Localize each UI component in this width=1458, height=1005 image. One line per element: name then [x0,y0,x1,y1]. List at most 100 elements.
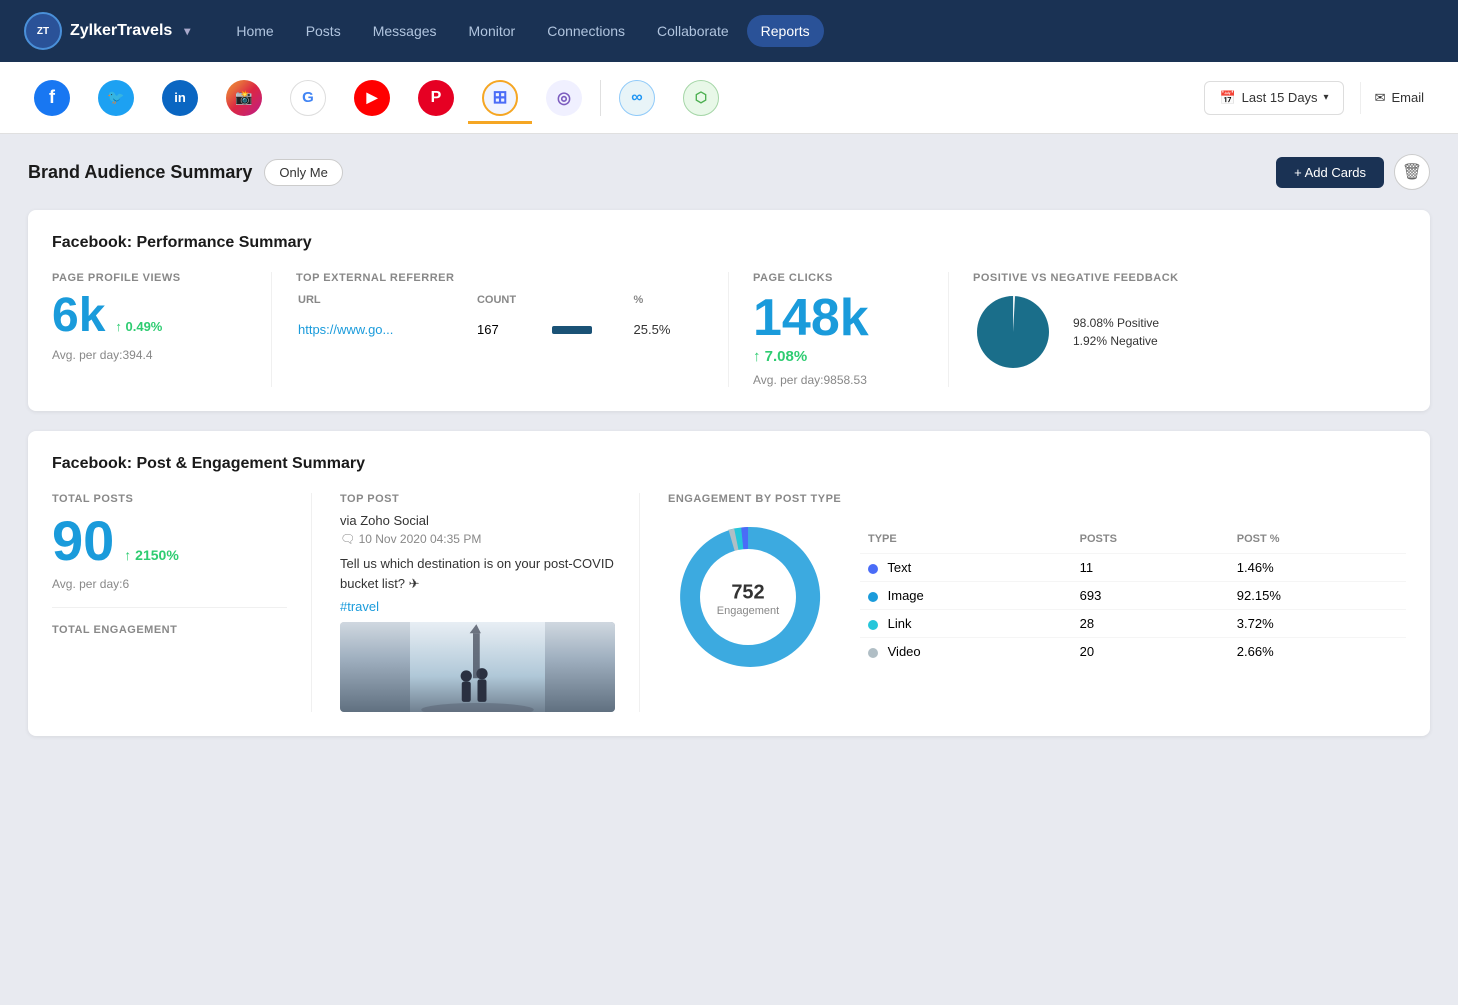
pct-video: 2.66% [1229,638,1406,666]
nav-reports[interactable]: Reports [747,15,824,47]
video-type-dot [868,648,878,658]
positive-label: 98.08% Positive [1073,316,1159,330]
total-posts-value: 90 [52,513,114,569]
profile-views-value: 6k [52,292,105,340]
engagement-type-table: TYPE POSTS POST % Text 11 [860,529,1406,665]
youtube-tab[interactable]: ▶ [340,72,404,124]
top-post-source: via Zoho Social [340,513,615,528]
delete-button[interactable]: 🗑 [1394,154,1430,190]
engagement-card-title: Facebook: Post & Engagement Summary [52,455,1406,473]
page-clicks-change: ↑ 7.08% [753,348,807,365]
instagram-tab[interactable]: 📸 [212,72,276,124]
feedback-legend: 98.08% Positive 1.92% Negative [1073,316,1159,348]
pinterest-tab[interactable]: P [404,72,468,124]
profile-views-change: ↑ 0.49% [115,319,162,334]
facebook-icon: f [34,80,70,116]
eng-col-pct: POST % [1229,529,1406,554]
pinterest-icon: P [418,80,454,116]
total-posts-change: ↑ 2150% [124,547,178,563]
engagement-summary-card: Facebook: Post & Engagement Summary TOTA… [28,431,1430,736]
top-post-section: TOP POST via Zoho Social 🗨 10 Nov 2020 0… [340,493,640,712]
referrer-table: URL COUNT % https://www.go... 167 [296,292,704,345]
feedback-chart: 98.08% Positive 1.92% Negative [973,292,1382,372]
integration2-icon: ⬡ [683,80,719,116]
nav-posts[interactable]: Posts [292,15,355,47]
zoho-social-icon: ⊞ [482,80,518,116]
profile-views-avg: Avg. per day:394.4 [52,348,247,362]
performance-card-title: Facebook: Performance Summary [52,234,1406,252]
date-filter-label: Last 15 Days [1242,90,1318,105]
top-post-label: TOP POST [340,493,615,505]
visibility-badge[interactable]: Only Me [264,159,342,186]
brand-name: ZylkerTravels [70,22,172,40]
type-image: Image [860,582,1072,610]
nav-home[interactable]: Home [222,15,287,47]
table-row: Link 28 3.72% [860,610,1406,638]
integration1-tab[interactable]: ∞ [605,72,669,124]
table-row: Text 11 1.46% [860,554,1406,582]
google-icon: G [290,80,326,116]
referrer-count: 167 [477,316,550,343]
feedback-pie-chart [973,292,1053,372]
engagement-type-section: ENGAGEMENT BY POST TYPE [668,493,1406,712]
eng-col-posts: POSTS [1072,529,1229,554]
date-filter-button[interactable]: 📅 Last 15 Days ▾ [1204,81,1343,115]
logo-icon: ZT [24,12,62,50]
referrer-label: TOP EXTERNAL REFERRER [296,272,704,284]
total-engagement-label: TOTAL ENGAGEMENT [52,624,287,636]
referrer-bar [552,326,592,334]
type-text: Text [860,554,1072,582]
page-profile-views-section: PAGE PROFILE VIEWS 6k ↑ 0.49% Avg. per d… [52,272,272,387]
total-posts-section: TOTAL POSTS 90 ↑ 2150% Avg. per day:6 TO… [52,493,312,712]
zoho-profile-icon: ◎ [546,80,582,116]
email-label: Email [1391,90,1424,105]
nav-collaborate[interactable]: Collaborate [643,15,743,47]
page-header-right: + Add Cards 🗑 [1276,154,1430,190]
referrer-col-url: URL [298,294,475,314]
engagement-type-label: ENGAGEMENT BY POST TYPE [668,493,1406,505]
divider [600,80,601,116]
page-clicks-avg: Avg. per day:9858.53 [753,373,924,387]
nav-connections[interactable]: Connections [533,15,639,47]
navigation: ZT ZylkerTravels ▾ Home Posts Messages M… [0,0,1458,62]
add-cards-button[interactable]: + Add Cards [1276,157,1384,188]
top-post-hashtag[interactable]: #travel [340,599,615,614]
nav-messages[interactable]: Messages [359,15,451,47]
page-clicks-row: 148k [753,292,924,344]
page-clicks-label: PAGE CLICKS [753,272,924,284]
twitter-tab[interactable]: 🐦 [84,72,148,124]
integration2-tab[interactable]: ⬡ [669,72,733,124]
twitter-icon: 🐦 [98,80,134,116]
linkedin-tab[interactable]: in [148,72,212,124]
top-post-image [340,622,615,712]
nav-monitor[interactable]: Monitor [455,15,530,47]
engagement-type-content: 752 Engagement TYPE POSTS POST % [668,517,1406,677]
page-clicks-section: PAGE CLICKS 148k ↑ 7.08% Avg. per day:98… [729,272,949,387]
email-button[interactable]: ✉ Email [1360,82,1438,114]
social-platform-bar: f 🐦 in 📸 G ▶ P ⊞ ◎ ∞ ⬡ 📅 Last 15 Days ▾ … [0,62,1458,134]
zoho-social-tab[interactable]: ⊞ [468,72,532,124]
brand-caret-icon: ▾ [184,24,190,38]
facebook-tab[interactable]: f [20,72,84,124]
feedback-label: POSITIVE VS NEGATIVE FEEDBACK [973,272,1382,284]
brand-logo[interactable]: ZT ZylkerTravels ▾ [24,12,190,50]
zoho-profile-tab[interactable]: ◎ [532,72,596,124]
donut-chart: 752 Engagement [668,517,828,677]
table-row: Image 693 92.15% [860,582,1406,610]
google-tab[interactable]: G [276,72,340,124]
page-clicks-change-row: ↑ 7.08% [753,348,924,365]
top-referrer-section: TOP EXTERNAL REFERRER URL COUNT % https:… [272,272,729,387]
profile-views-label: PAGE PROFILE VIEWS [52,272,247,284]
page-title: Brand Audience Summary [28,162,252,183]
referrer-url[interactable]: https://www.go... [298,316,475,343]
post-image-inner [340,622,615,712]
donut-chart-container: 752 Engagement [668,517,828,677]
referrer-col-count: COUNT [477,294,550,314]
page-header: Brand Audience Summary Only Me + Add Car… [28,154,1430,190]
referrer-col-pct-h: % [634,294,702,314]
type-link: Link [860,610,1072,638]
donut-total: 752 [731,581,764,603]
pct-text: 1.46% [1229,554,1406,582]
table-row: https://www.go... 167 25.5% [298,316,702,343]
table-row: Video 20 2.66% [860,638,1406,666]
